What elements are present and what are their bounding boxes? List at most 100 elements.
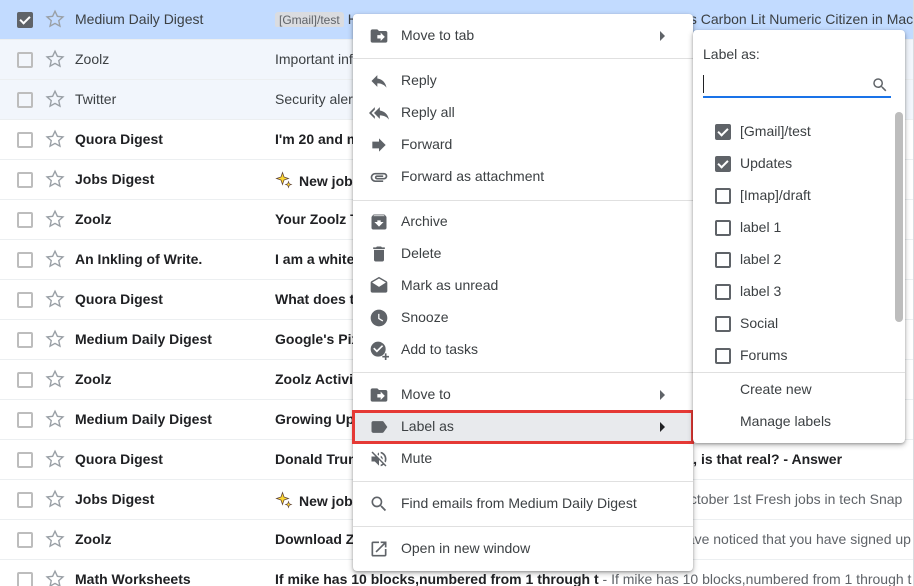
star-icon[interactable]	[44, 48, 66, 70]
manage-labels-button[interactable]: Manage labels	[740, 413, 831, 429]
menu-item-add-to-tasks[interactable]: Add to tasks	[353, 334, 693, 366]
row-checkbox[interactable]	[17, 532, 33, 548]
email-sender: Jobs Digest	[75, 491, 265, 507]
row-checkbox[interactable]	[17, 332, 33, 348]
delete-icon	[369, 244, 389, 264]
menu-item-forward-as-attachment[interactable]: Forward as attachment	[353, 161, 693, 193]
forward-icon	[369, 135, 389, 155]
label-checkbox[interactable]	[715, 316, 731, 332]
row-checkbox[interactable]	[17, 12, 33, 28]
label-as-title: Label as:	[703, 46, 760, 62]
attachment-icon	[369, 167, 389, 187]
star-icon[interactable]	[44, 168, 66, 190]
label-option[interactable]: Updates	[693, 148, 893, 180]
row-checkbox[interactable]	[17, 172, 33, 188]
label-as-submenu: Label as: [Gmail]/test Updates [Imap]/dr…	[693, 30, 905, 443]
email-sender: Twitter	[75, 91, 265, 107]
menu-item-label: Forward as attachment	[401, 168, 544, 184]
row-checkbox[interactable]	[17, 132, 33, 148]
menu-item-label-as[interactable]: Label as	[353, 411, 693, 443]
submenu-divider	[693, 372, 905, 373]
menu-item-mute[interactable]: Mute	[353, 443, 693, 475]
label-name: label 2	[740, 251, 781, 267]
menu-item-label: Open in new window	[401, 540, 530, 556]
label-name: [Gmail]/test	[740, 123, 811, 139]
email-sender: An Inkling of Write.	[75, 251, 265, 267]
reply-all-icon	[369, 103, 389, 123]
row-checkbox[interactable]	[17, 52, 33, 68]
label-checkbox[interactable]	[715, 348, 731, 364]
star-icon[interactable]	[44, 408, 66, 430]
row-checkbox[interactable]	[17, 452, 33, 468]
mute-icon	[369, 449, 389, 469]
label-checkbox[interactable]	[715, 252, 731, 268]
label-option[interactable]: label 2	[693, 244, 893, 276]
row-checkbox[interactable]	[17, 212, 33, 228]
email-sender: Quora Digest	[75, 451, 265, 467]
label-name: label 3	[740, 283, 781, 299]
star-icon[interactable]	[44, 448, 66, 470]
row-checkbox[interactable]	[17, 372, 33, 388]
label-checkbox[interactable]	[715, 188, 731, 204]
star-icon[interactable]	[44, 88, 66, 110]
label-checkbox[interactable]	[715, 124, 731, 140]
menu-item-label: Mute	[401, 450, 432, 466]
star-icon[interactable]	[44, 328, 66, 350]
row-checkbox[interactable]	[17, 492, 33, 508]
row-checkbox[interactable]	[17, 412, 33, 428]
label-search-input[interactable]	[703, 72, 891, 98]
search-icon[interactable]	[871, 76, 889, 94]
label-option[interactable]: label 1	[693, 212, 893, 244]
menu-item-mark-as-unread[interactable]: Mark as unread	[353, 270, 693, 302]
move-to-icon	[369, 385, 389, 405]
reply-icon	[369, 71, 389, 91]
star-icon[interactable]	[44, 368, 66, 390]
menu-item-forward[interactable]: Forward	[353, 129, 693, 161]
menu-item-label: Label as	[401, 418, 454, 434]
menu-item-delete[interactable]: Delete	[353, 238, 693, 270]
star-icon[interactable]	[44, 488, 66, 510]
label-name: Forums	[740, 347, 787, 363]
star-icon[interactable]	[44, 568, 66, 586]
archive-icon	[369, 212, 389, 232]
menu-item-archive[interactable]: Archive	[353, 206, 693, 238]
star-icon[interactable]	[44, 208, 66, 230]
menu-item-snooze[interactable]: Snooze	[353, 302, 693, 334]
add-task-icon	[369, 340, 389, 360]
label-option[interactable]: Forums	[693, 340, 893, 372]
label-checkbox[interactable]	[715, 156, 731, 172]
label-option[interactable]: Social	[693, 308, 893, 340]
text-caret	[703, 75, 704, 93]
star-icon[interactable]	[44, 288, 66, 310]
sparkle-emoji-icon	[275, 171, 293, 189]
label-option[interactable]: [Gmail]/test	[693, 116, 893, 148]
label-name: Updates	[740, 155, 792, 171]
star-icon[interactable]	[44, 8, 66, 30]
row-checkbox[interactable]	[17, 292, 33, 308]
sparkle-emoji-icon	[275, 491, 293, 509]
submenu-arrow-icon	[660, 390, 665, 400]
menu-item-find-emails-from[interactable]: Find emails from Medium Daily Digest	[353, 488, 693, 520]
star-icon[interactable]	[44, 128, 66, 150]
row-checkbox[interactable]	[17, 92, 33, 108]
label-name: Social	[740, 315, 778, 331]
row-checkbox[interactable]	[17, 572, 33, 586]
menu-item-reply[interactable]: Reply	[353, 65, 693, 97]
menu-item-reply-all[interactable]: Reply all	[353, 97, 693, 129]
menu-item-move-to-tab[interactable]: Move to tab	[353, 20, 693, 52]
menu-item-move-to[interactable]: Move to	[353, 379, 693, 411]
submenu-arrow-icon	[660, 422, 665, 432]
label-list-scrollbar[interactable]	[895, 112, 903, 322]
label-option[interactable]: [Imap]/draft	[693, 180, 893, 212]
email-sender: Math Worksheets	[75, 571, 265, 586]
menu-item-label: Add to tasks	[401, 341, 478, 357]
create-new-label-button[interactable]: Create new	[740, 381, 812, 397]
label-option[interactable]: label 3	[693, 276, 893, 308]
row-checkbox[interactable]	[17, 252, 33, 268]
snooze-icon	[369, 308, 389, 328]
star-icon[interactable]	[44, 248, 66, 270]
label-checkbox[interactable]	[715, 220, 731, 236]
star-icon[interactable]	[44, 528, 66, 550]
menu-item-open-in-new-window[interactable]: Open in new window	[353, 533, 693, 565]
label-checkbox[interactable]	[715, 284, 731, 300]
